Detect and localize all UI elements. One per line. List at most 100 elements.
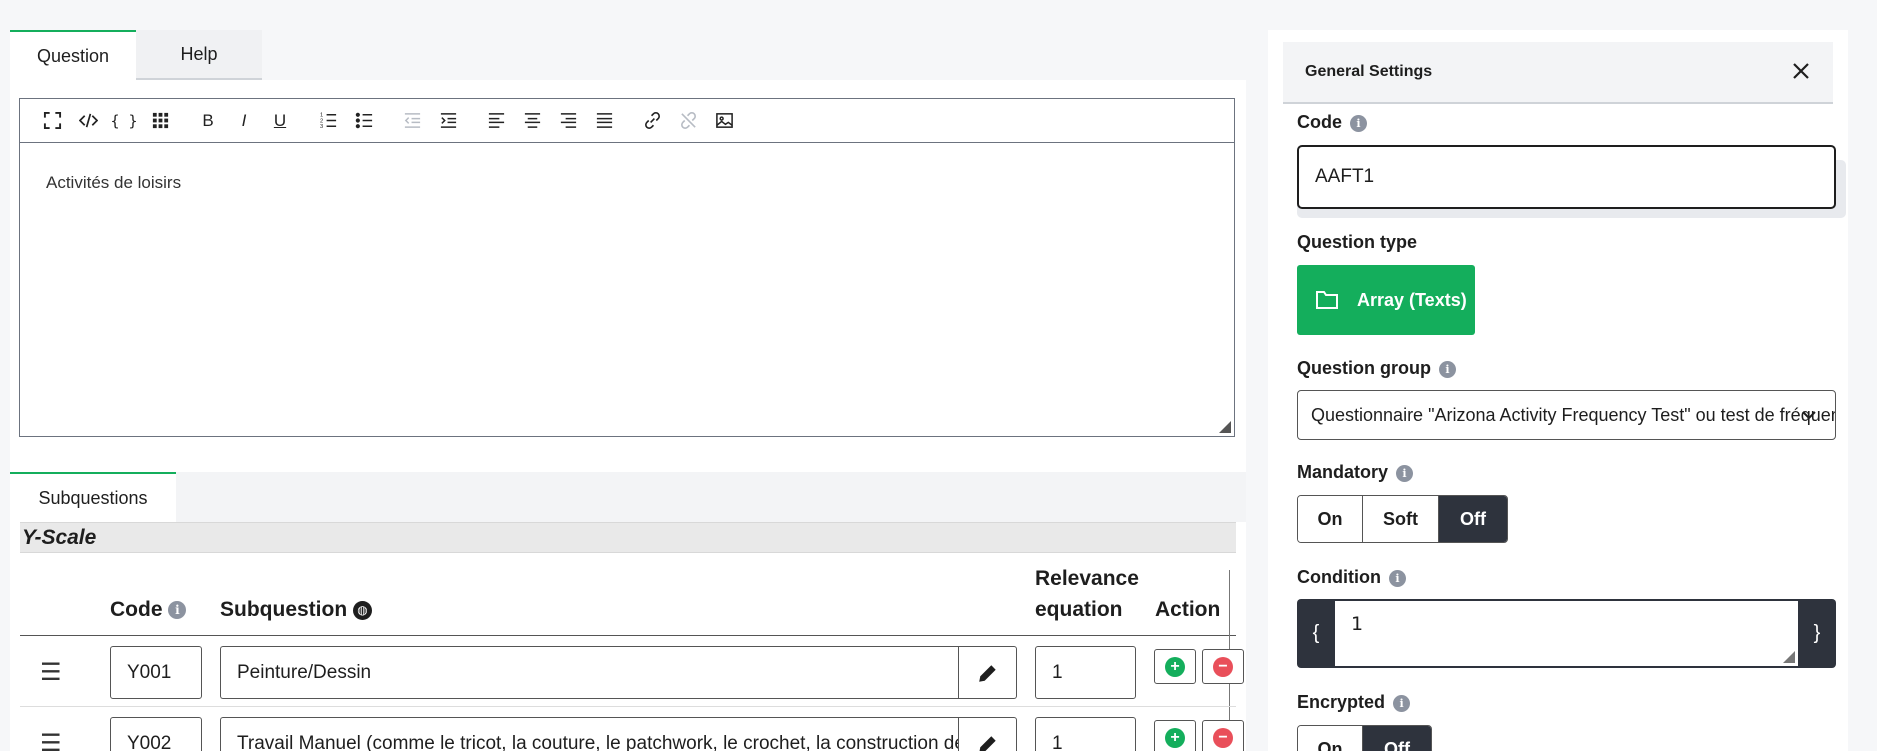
minus-icon: −: [1213, 656, 1233, 677]
align-center-icon[interactable]: [514, 106, 550, 136]
bold-icon[interactable]: B: [190, 106, 226, 136]
mandatory-toggle: On Soft Off: [1297, 495, 1508, 543]
condition-label-text: Condition: [1297, 567, 1381, 587]
info-icon[interactable]: i: [1393, 694, 1411, 712]
column-header-code: Code i: [110, 594, 187, 625]
question-type-value: Array (Texts): [1357, 289, 1467, 310]
resize-handle-icon[interactable]: [1219, 421, 1231, 433]
settings-title: General Settings: [1305, 63, 1433, 80]
condition-close-brace: }: [1813, 622, 1821, 644]
question-type-button[interactable]: Array (Texts): [1297, 265, 1475, 335]
encrypted-on-option[interactable]: On: [1298, 726, 1363, 751]
question-group-label: Question group i: [1297, 358, 1456, 379]
underline-icon[interactable]: U: [262, 106, 298, 136]
close-icon[interactable]: [1791, 59, 1811, 85]
rich-text-editor: { } B I U 123 Activités de loisirs: [19, 98, 1235, 437]
unlink-icon: [670, 106, 706, 136]
table-row: ☰ Y002 Travail Manuel (comme le tricot, …: [20, 706, 1244, 751]
grid-icon[interactable]: [142, 106, 178, 136]
drag-handle-icon[interactable]: ☰: [40, 658, 62, 687]
edit-subquestion-button[interactable]: [958, 646, 1017, 699]
globe-icon: ◍: [353, 600, 373, 620]
scale-title: Y-Scale: [20, 522, 1236, 553]
plus-icon: +: [1165, 656, 1185, 677]
question-tabs: Question Help: [10, 30, 262, 80]
pencil-icon: [978, 664, 996, 682]
link-icon[interactable]: [634, 106, 670, 136]
encrypted-label-text: Encrypted: [1297, 692, 1386, 712]
tab-question[interactable]: Question: [10, 30, 136, 80]
info-icon[interactable]: i: [1350, 114, 1367, 132]
mandatory-on-option[interactable]: On: [1298, 496, 1363, 542]
info-icon[interactable]: i: [1388, 569, 1406, 587]
expression-icon[interactable]: { }: [106, 106, 142, 136]
question-type-label: Question type: [1297, 232, 1418, 252]
minus-icon: −: [1213, 727, 1233, 748]
general-settings-panel: General Settings Code i AAFT1 Question ty…: [1268, 30, 1848, 751]
question-editor-panel: { } B I U 123 Activités de loisirs: [10, 80, 1246, 472]
column-header-code-label: Code: [110, 598, 163, 621]
italic-icon[interactable]: I: [226, 106, 262, 136]
question-group-value: Questionnaire "Arizona Activity Frequenc…: [1311, 404, 1835, 425]
encrypted-label: Encrypted i: [1297, 692, 1411, 713]
tab-subquestions[interactable]: Subquestions: [10, 472, 176, 522]
pencil-icon: [978, 735, 996, 751]
editor-content[interactable]: Activités de loisirs: [20, 143, 1234, 223]
add-row-button[interactable]: +: [1154, 720, 1196, 751]
mandatory-label-text: Mandatory: [1297, 462, 1389, 482]
tab-help[interactable]: Help: [136, 30, 262, 80]
info-icon[interactable]: i: [168, 601, 187, 620]
delete-row-button[interactable]: −: [1202, 720, 1244, 751]
info-icon[interactable]: i: [1396, 464, 1414, 482]
encrypted-toggle: On Off: [1297, 725, 1432, 751]
subquestions-panel: Y-Scale Code i Subquestion ◍ Relevance e…: [10, 522, 1246, 751]
align-left-icon[interactable]: [478, 106, 514, 136]
subquestion-text-input[interactable]: Peinture/Dessin: [220, 646, 958, 699]
justify-icon[interactable]: [586, 106, 622, 136]
question-group-label-text: Question group: [1297, 358, 1431, 378]
drag-handle-icon[interactable]: ☰: [40, 729, 62, 751]
subquestion-code-input[interactable]: Y002: [110, 717, 202, 751]
column-header-relevance-line2: equation: [1035, 598, 1123, 621]
bullet-list-icon[interactable]: [346, 106, 382, 136]
info-icon[interactable]: i: [1439, 360, 1456, 378]
indent-icon[interactable]: [430, 106, 466, 136]
outdent-icon: [394, 106, 430, 136]
condition-open-brace: {: [1312, 622, 1320, 644]
column-header-relevance: Relevance equation: [1035, 563, 1139, 625]
fullscreen-icon[interactable]: [34, 106, 70, 136]
align-right-icon[interactable]: [550, 106, 586, 136]
mandatory-label: Mandatory i: [1297, 462, 1414, 483]
condition-value: 1: [1351, 613, 1364, 635]
settings-header: General Settings: [1283, 42, 1833, 104]
plus-icon: +: [1165, 727, 1185, 748]
code-input[interactable]: AAFT1: [1297, 145, 1836, 209]
subquestion-code-input[interactable]: Y001: [110, 646, 202, 699]
ordered-list-icon[interactable]: 123: [310, 106, 346, 136]
column-header-action: Action: [1155, 598, 1221, 621]
table-row: ☰ Y001 Peinture/Dessin 1 + −: [20, 636, 1244, 706]
editor-toolbar: { } B I U 123: [20, 99, 1234, 143]
delete-row-button[interactable]: −: [1202, 649, 1244, 684]
column-header-relevance-line1: Relevance: [1035, 567, 1139, 590]
resize-handle-icon[interactable]: [1783, 651, 1795, 663]
add-row-button[interactable]: +: [1154, 649, 1196, 684]
image-icon[interactable]: [706, 106, 742, 136]
edit-subquestion-button[interactable]: [958, 717, 1017, 751]
question-group-select[interactable]: Questionnaire "Arizona Activity Frequenc…: [1297, 390, 1836, 440]
column-header-subquestion-label: Subquestion: [220, 598, 348, 621]
condition-input[interactable]: 1: [1335, 601, 1798, 666]
subquestion-text-input[interactable]: Travail Manuel (comme le tricot, la cout…: [220, 717, 958, 751]
source-code-icon[interactable]: [70, 106, 106, 136]
mandatory-off-option[interactable]: Off: [1439, 496, 1507, 542]
subquestions-tabs: Subquestions: [10, 472, 1246, 522]
relevance-input[interactable]: 1: [1035, 717, 1136, 751]
condition-label: Condition i: [1297, 567, 1406, 588]
code-label: Code i: [1297, 112, 1367, 133]
code-label-text: Code: [1297, 112, 1342, 132]
chevron-down-icon: [1802, 411, 1816, 420]
mandatory-soft-option[interactable]: Soft: [1363, 496, 1439, 542]
folder-icon: [1316, 291, 1338, 309]
encrypted-off-option[interactable]: Off: [1363, 726, 1431, 751]
relevance-input[interactable]: 1: [1035, 646, 1136, 699]
